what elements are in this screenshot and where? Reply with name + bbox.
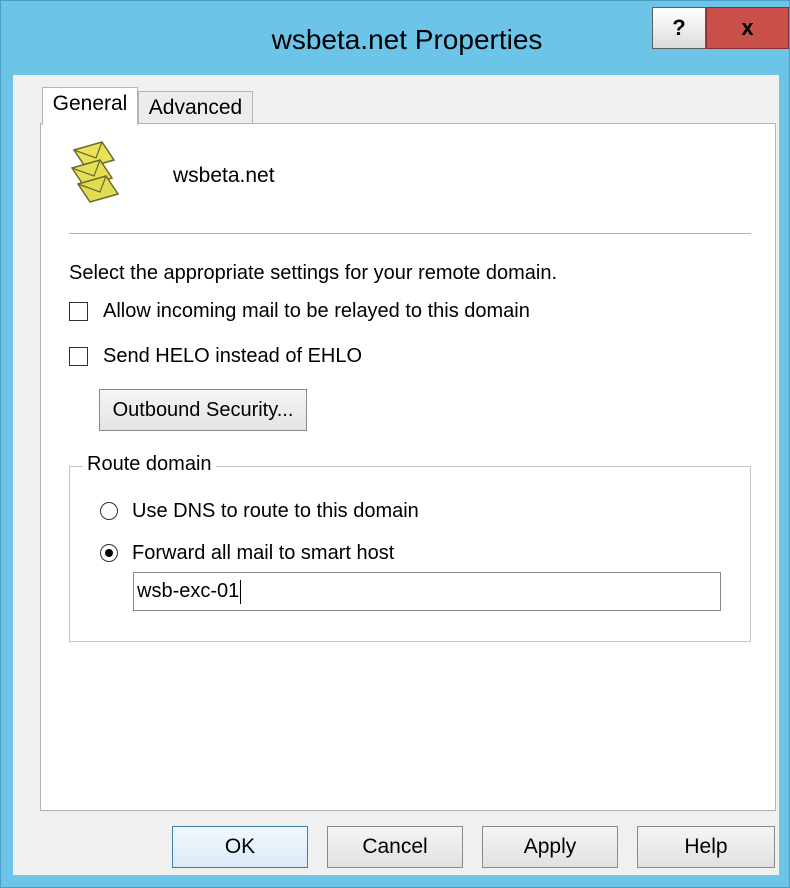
smart-host-value: wsb-exc-01 bbox=[137, 580, 240, 602]
cancel-button[interactable]: Cancel bbox=[327, 826, 463, 868]
domain-name-label: wsbeta.net bbox=[173, 164, 275, 187]
ok-button[interactable]: OK bbox=[172, 826, 308, 868]
help-button[interactable]: Help bbox=[637, 826, 775, 868]
radio-selected-dot bbox=[105, 549, 113, 557]
dialog-client-area: General Advanced wsbeta.net Select the a… bbox=[13, 75, 779, 875]
close-button[interactable]: x bbox=[706, 7, 789, 49]
outbound-security-button[interactable]: Outbound Security... bbox=[99, 389, 307, 431]
relay-checkbox[interactable] bbox=[69, 302, 88, 321]
smart-host-radio-label[interactable]: Forward all mail to smart host bbox=[132, 542, 394, 565]
domain-envelopes-icon bbox=[70, 141, 120, 203]
instructions-text: Select the appropriate settings for your… bbox=[69, 262, 558, 284]
general-tab-panel: wsbeta.net Select the appropriate settin… bbox=[40, 123, 776, 811]
separator bbox=[69, 233, 751, 234]
tab-advanced[interactable]: Advanced bbox=[138, 91, 253, 125]
use-dns-radio[interactable] bbox=[100, 502, 118, 520]
tab-general[interactable]: General bbox=[42, 87, 138, 125]
apply-button[interactable]: Apply bbox=[482, 826, 618, 868]
properties-dialog: wsbeta.net Properties ? x General Advanc… bbox=[0, 0, 790, 888]
route-domain-legend: Route domain bbox=[83, 453, 216, 476]
help-title-button[interactable]: ? bbox=[652, 7, 706, 49]
use-dns-radio-label[interactable]: Use DNS to route to this domain bbox=[132, 500, 419, 523]
smart-host-radio[interactable] bbox=[100, 544, 118, 562]
route-domain-group: Route domain Use DNS to route to this do… bbox=[69, 453, 751, 642]
title-bar[interactable]: wsbeta.net Properties ? x bbox=[1, 1, 789, 75]
text-caret bbox=[240, 579, 242, 604]
relay-checkbox-label[interactable]: Allow incoming mail to be relayed to thi… bbox=[103, 300, 530, 323]
helo-checkbox[interactable] bbox=[69, 347, 88, 366]
smart-host-input[interactable]: wsb-exc-01 bbox=[133, 572, 721, 611]
helo-checkbox-label[interactable]: Send HELO instead of EHLO bbox=[103, 345, 362, 368]
